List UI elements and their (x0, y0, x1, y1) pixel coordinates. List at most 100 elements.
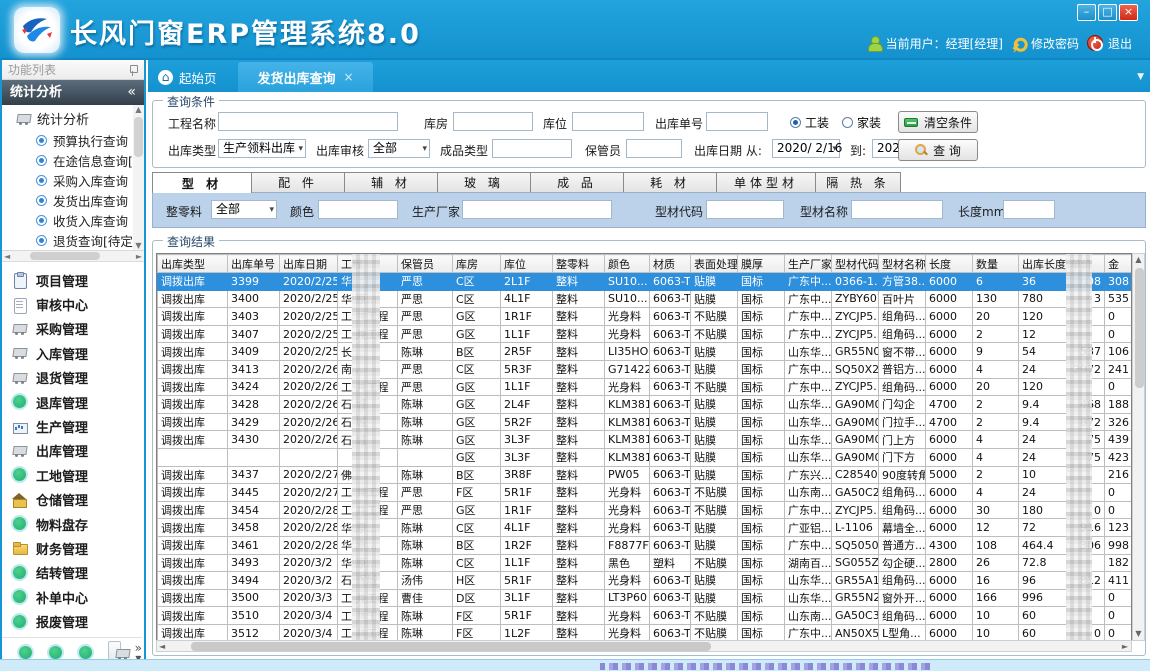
location-input[interactable] (572, 112, 644, 131)
table-row[interactable]: 调拨出库34582020/2/28华 原...陈琳C区4L1F整料光身料6063… (158, 519, 1133, 537)
order-no-input[interactable] (706, 112, 768, 131)
table-row[interactable]: 调拨出库34282020/2/26石 城陈琳G区2L4F整料KLM3817606… (158, 396, 1133, 414)
col-header-10[interactable]: 表面处理 (691, 255, 738, 273)
table-row[interactable]: 调拨出库35002020/3/3工 共工程曹佳D区3L1F整料LT3P60606… (158, 589, 1133, 607)
radio-gongzhuang[interactable]: 工装 (790, 114, 829, 131)
table-row[interactable]: 调拨出库34372020/2/27佛 ...陈琳B区3R8F整料PW056063… (158, 466, 1133, 484)
col-header-19[interactable]: 金 (1105, 255, 1133, 273)
table-row[interactable]: 调拨出库34542020/2/28工 共工程严思G区1R1F整料光身料6063-… (158, 501, 1133, 519)
table-row[interactable]: 调拨出库35102020/3/4工 共工程陈琳F区5R1F整料光身料6063-T… (158, 607, 1133, 625)
sidebar-module-2[interactable]: 采购管理 (2, 317, 142, 341)
tree-item-4[interactable]: 收货入库查询 (2, 210, 144, 230)
table-row[interactable]: 调拨出库34092020/2/25长 ...陈琳B区2R5F整料LI35HO60… (158, 343, 1133, 361)
sidebar-module-13[interactable]: 补单中心 (2, 585, 142, 609)
profile-code-input[interactable] (706, 200, 784, 219)
col-header-9[interactable]: 材质 (650, 255, 691, 273)
col-header-1[interactable]: 出库单号 (228, 255, 280, 273)
tree-item-1[interactable]: 在途信息查询[待 (2, 150, 144, 170)
sidebar-module-8[interactable]: 工地管理 (2, 463, 142, 487)
sidebar-module-5[interactable]: 退库管理 (2, 390, 142, 414)
col-header-5[interactable]: 库房 (453, 255, 501, 273)
pin-icon[interactable] (129, 65, 137, 76)
table-vertical-scrollbar[interactable]: ▲ ▼ (1132, 253, 1145, 641)
col-header-7[interactable]: 整零料 (553, 255, 605, 273)
table-row[interactable]: 调拨出库34002020/2/25华 原...严思C区4L1F整料SU10...… (158, 290, 1133, 308)
change-password-button[interactable]: 修改密码 (1011, 35, 1079, 52)
material-tab-5[interactable]: 耗 材 (623, 172, 717, 192)
material-tab-1[interactable]: 配 件 (251, 172, 345, 192)
tab-shipment-outbound-query[interactable]: 发货出库查询 × (238, 62, 373, 92)
material-tab-3[interactable]: 玻 璃 (437, 172, 531, 192)
material-tab-0[interactable]: 型 材 (152, 172, 252, 193)
col-header-11[interactable]: 膜厚 (738, 255, 785, 273)
collapse-icon[interactable]: « (127, 80, 136, 105)
table-row[interactable]: 调拨出库34132020/2/26南 ...严思C区5R3F整料G7142260… (158, 360, 1133, 378)
sidebar-module-4[interactable]: 退货管理 (2, 366, 142, 390)
material-tab-6[interactable]: 单体型材 (716, 172, 816, 192)
tab-home[interactable]: ⌂ 起始页 (158, 68, 217, 87)
col-header-17[interactable]: 出库长度 (1019, 255, 1067, 273)
col-header-12[interactable]: 生产厂家 (785, 255, 832, 273)
col-header-2[interactable]: 出库日期 (280, 255, 338, 273)
clear-conditions-button[interactable]: 清空条件 (898, 111, 978, 133)
col-header-3[interactable]: 工程 (338, 255, 398, 273)
audit-select[interactable]: 全部 (368, 139, 430, 158)
color-input[interactable] (318, 200, 398, 219)
tree-horizontal-scrollbar[interactable]: ◄► (2, 251, 144, 262)
col-header-13[interactable]: 型材代码 (832, 255, 879, 273)
sidebar-module-1[interactable]: 审核中心 (2, 292, 142, 316)
sidebar-module-7[interactable]: 出库管理 (2, 439, 142, 463)
table-row[interactable]: 调拨出库34932020/3/2华 原...陈琳C区1L1F整料黑色塑料不贴膜国… (158, 554, 1133, 572)
out-type-select[interactable]: 生产领料出库 (218, 139, 306, 158)
col-header-0[interactable]: 出库类型 (158, 255, 228, 273)
sidebar-module-9[interactable]: 仓储管理 (2, 488, 142, 512)
table-row[interactable]: 调拨出库34072020/2/25工 共工程严思G区1L1F整料光身料6063-… (158, 325, 1133, 343)
sidebar-module-10[interactable]: 物料盘存 (2, 512, 142, 536)
material-tab-7[interactable]: 隔 热 条 (815, 172, 901, 192)
sidebar-section-statistics[interactable]: 统计分析 « (2, 80, 144, 105)
table-row[interactable]: 调拨出库34452020/2/27工 共工程严思F区5R1F整料光身料6063-… (158, 484, 1133, 502)
tree-item-3[interactable]: 发货出库查询 (2, 190, 144, 210)
tree-root-statistics[interactable]: 统计分析 (2, 105, 144, 130)
minimize-button[interactable]: – (1077, 4, 1096, 21)
tab-close-icon[interactable]: × (343, 70, 353, 84)
table-row[interactable]: 调拨出库33992020/2/25华 原...严思C区2L1F整料SU10...… (158, 273, 1133, 291)
close-button[interactable]: × (1119, 4, 1138, 21)
sidebar-module-3[interactable]: 入库管理 (2, 341, 142, 365)
table-row[interactable]: 调拨出库35122020/3/4工 共工程陈琳F区1L2F整料光身料6063-T… (158, 624, 1133, 641)
whole-part-select[interactable]: 全部 (211, 200, 277, 219)
tree-item-2[interactable]: 采购入库查询 (2, 170, 144, 190)
sidebar-module-11[interactable]: 财务管理 (2, 536, 142, 560)
sidebar-module-0[interactable]: 项目管理 (2, 268, 142, 292)
table-row[interactable]: 调拨出库34942020/3/2石 辉城汤伟H区5R1F整料光身料6063-T5… (158, 572, 1133, 590)
material-tab-4[interactable]: 成 品 (530, 172, 624, 192)
table-row[interactable]: 调拨出库34302020/2/26石 城陈琳G区3L3F整料KLM3817606… (158, 431, 1133, 449)
tabstrip-dropdown-icon[interactable]: ▼ (1137, 72, 1144, 82)
tree-item-5[interactable]: 退货查询[待定] (2, 230, 144, 250)
table-row[interactable]: 调拨出库34032020/2/25工 共工程严思G区1R1F整料光身料6063-… (158, 308, 1133, 326)
material-tab-2[interactable]: 辅 材 (344, 172, 438, 192)
date-from-picker[interactable]: 2020/ 2/16 (772, 139, 840, 158)
col-header-16[interactable]: 数量 (973, 255, 1019, 273)
table-horizontal-scrollbar[interactable]: ◄► (156, 640, 1132, 652)
col-header-4[interactable]: 保管员 (398, 255, 453, 273)
tree-item-0[interactable]: 预算执行查询 (2, 130, 144, 150)
radio-jiazhuang[interactable]: 家装 (842, 114, 881, 131)
length-input[interactable] (1003, 200, 1055, 219)
table-row[interactable]: G区3L3F整料KLM38176063-T5贴膜国标山东华...GA90M09.… (158, 448, 1133, 466)
tree-vertical-scrollbar[interactable]: ▲ ▼ (133, 105, 144, 251)
keeper-input[interactable] (626, 139, 682, 158)
col-header-6[interactable]: 库位 (501, 255, 553, 273)
sidebar-module-6[interactable]: 生产管理 (2, 414, 142, 438)
search-button[interactable]: 查 询 (898, 139, 978, 161)
logout-button[interactable]: 退出 (1087, 35, 1132, 52)
col-header-18[interactable]: 单价 (1067, 255, 1105, 273)
project-name-input[interactable] (218, 112, 398, 131)
maker-input[interactable] (462, 200, 612, 219)
table-row[interactable]: 调拨出库34292020/2/26石 城陈琳G区5R2F整料KLM3817606… (158, 413, 1133, 431)
warehouse-input[interactable] (453, 112, 533, 131)
maximize-button[interactable]: □ (1098, 4, 1117, 21)
table-row[interactable]: 调拨出库34242020/2/26工 共工程严思G区1L1F整料光身料6063-… (158, 378, 1133, 396)
sidebar-module-14[interactable]: 报废管理 (2, 609, 142, 633)
product-type-input[interactable] (492, 139, 572, 158)
